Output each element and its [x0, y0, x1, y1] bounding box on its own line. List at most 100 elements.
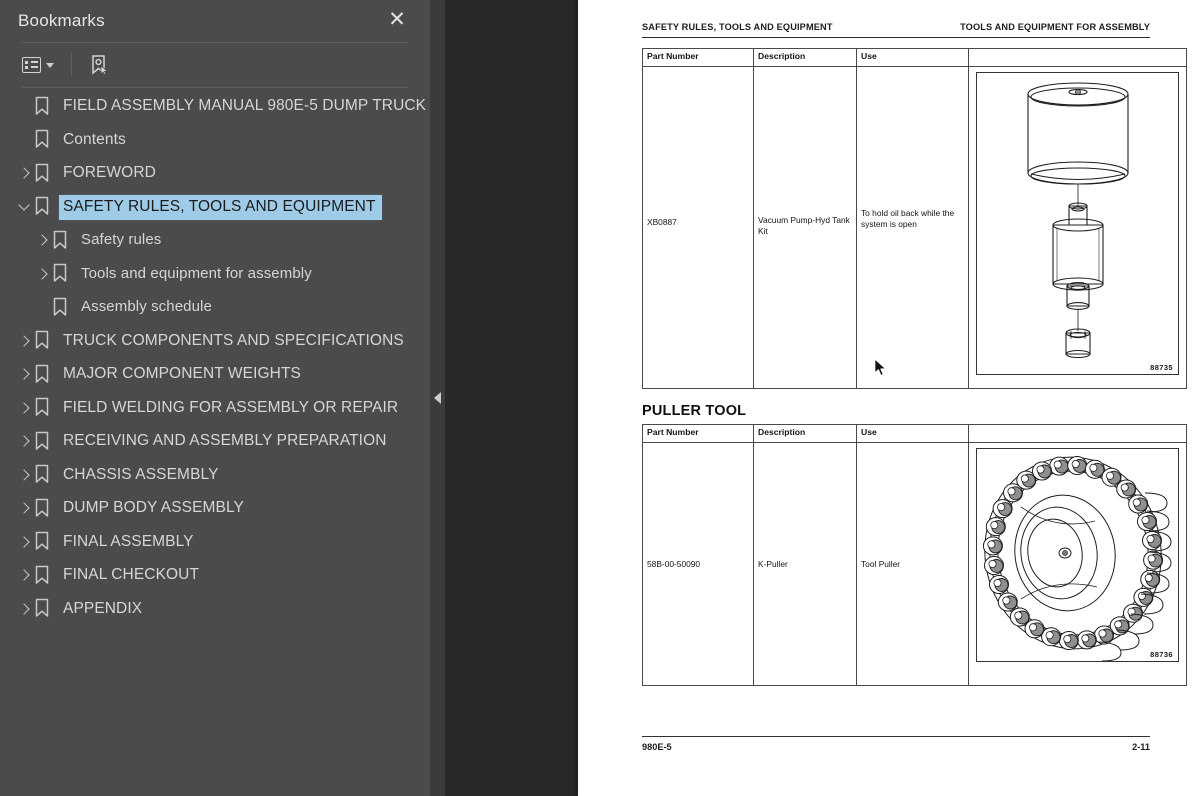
col-part-number: Part Number: [642, 424, 754, 444]
bookmark-item[interactable]: DUMP BODY ASSEMBLY: [0, 492, 430, 526]
tools-table-2: Part Number Description Use 58B-00-50090…: [642, 424, 1187, 687]
chevron-right-icon[interactable]: [14, 365, 34, 385]
cell-part-number: XB0887: [642, 66, 754, 390]
bookmark-item[interactable]: FOREWORD: [0, 157, 430, 191]
bookmark-tree[interactable]: FIELD ASSEMBLY MANUAL 980E-5 DUMP TRUCK C…: [0, 90, 430, 796]
chevron-right-icon[interactable]: [14, 499, 34, 519]
cell-part-number: 58B-00-50090: [642, 442, 754, 687]
bookmark-item[interactable]: CHASSIS ASSEMBLY: [0, 459, 430, 493]
bookmark-label-wrapper: FOREWORD: [59, 161, 160, 186]
use-value: Tool Puller: [861, 559, 901, 570]
bookmark-label-wrapper: Safety rules: [77, 228, 165, 253]
bookmark-icon: [34, 96, 56, 118]
bookmark-icon: [34, 129, 56, 151]
bookmark-label-wrapper: DUMP BODY ASSEMBLY: [59, 496, 248, 521]
bookmark-item[interactable]: Assembly schedule: [0, 291, 430, 325]
page-footer: 980E-5 2-11: [642, 736, 1150, 752]
bookmarks-toolbar: [0, 43, 430, 87]
cell-use: To hold oil back while the system is ope…: [856, 66, 969, 390]
chevron-right-icon[interactable]: [14, 398, 34, 418]
close-icon[interactable]: ✕: [386, 9, 408, 31]
tools-table-1: Part Number Description Use XB0887 Vacuu…: [642, 48, 1187, 390]
table-row: XB0887 Vacuum Pump-Hyd Tank Kit To hold …: [642, 66, 1187, 390]
chevron-right-icon[interactable]: [14, 465, 34, 485]
chevron-right-icon[interactable]: [32, 231, 52, 251]
col-description: Description: [753, 424, 857, 444]
bookmark-icon: [52, 263, 74, 285]
bookmark-item[interactable]: Safety rules: [0, 224, 430, 258]
chevron-right-icon[interactable]: [14, 532, 34, 552]
bookmark-item-label: FIELD WELDING FOR ASSEMBLY OR REPAIR: [63, 398, 399, 416]
table-header-row: Part Number Description Use: [642, 424, 1187, 444]
bookmarks-panel-title: Bookmarks: [18, 11, 105, 30]
footer-left-text: 980E-5: [642, 742, 672, 753]
bookmark-icon: [34, 464, 56, 486]
triangle-left-icon: [434, 392, 441, 404]
vacuum-pump-hydraulic-tank-kit-drawing: [1027, 82, 1129, 359]
bookmark-item-label: Safety rules: [81, 231, 162, 249]
bookmark-options-button[interactable]: [20, 54, 56, 76]
divider: [22, 87, 408, 88]
bookmark-label-wrapper: SAFETY RULES, TOOLS AND EQUIPMENT: [58, 193, 383, 221]
part-number-value: XB0887: [647, 217, 677, 228]
bookmark-item[interactable]: Tools and equipment for assembly: [0, 258, 430, 292]
cell-description: K-Puller: [753, 442, 857, 687]
bookmark-item-label: FINAL CHECKOUT: [63, 566, 200, 584]
collapse-panel-button[interactable]: [430, 385, 445, 411]
chevron-right-icon[interactable]: [14, 432, 34, 452]
k-puller-tool-drawing: [982, 456, 1172, 662]
bookmark-item-label: DUMP BODY ASSEMBLY: [63, 499, 244, 517]
bookmark-item[interactable]: Contents: [0, 124, 430, 158]
bookmark-item-label: TRUCK COMPONENTS AND SPECIFICATIONS: [63, 331, 404, 349]
bookmark-icon: [34, 163, 56, 185]
bookmark-label-wrapper: TRUCK COMPONENTS AND SPECIFICATIONS: [59, 329, 408, 354]
bookmark-icon: [34, 330, 56, 352]
bookmark-icon: [52, 297, 74, 319]
bookmark-item[interactable]: SAFETY RULES, TOOLS AND EQUIPMENT: [0, 191, 430, 225]
bookmark-item[interactable]: APPENDIX: [0, 593, 430, 627]
cell-figure: 88735: [968, 66, 1187, 390]
pdf-viewer-window: Bookmarks ✕ FIELD ASSEMBLY MANUAL 980E-5…: [0, 0, 1200, 796]
bookmark-label-wrapper: FINAL CHECKOUT: [59, 563, 203, 588]
bookmark-icon: [34, 531, 56, 553]
bookmark-label-wrapper: FIELD ASSEMBLY MANUAL 980E-5 DUMP TRUCK: [59, 94, 430, 119]
chevron-right-icon[interactable]: [32, 264, 52, 284]
bookmark-item[interactable]: FIELD WELDING FOR ASSEMBLY OR REPAIR: [0, 392, 430, 426]
bookmark-label-wrapper: FIELD WELDING FOR ASSEMBLY OR REPAIR: [59, 396, 402, 421]
bookmark-label-wrapper: Assembly schedule: [77, 295, 216, 320]
col-use: Use: [856, 48, 969, 68]
chevron-right-icon[interactable]: [14, 599, 34, 619]
bookmark-icon: [34, 598, 56, 620]
bookmark-item-label: APPENDIX: [63, 599, 143, 617]
chevron-right-icon[interactable]: [14, 566, 34, 586]
section-title: PULLER TOOL: [642, 403, 747, 420]
bookmark-item[interactable]: FINAL CHECKOUT: [0, 559, 430, 593]
bookmark-item-label: CHASSIS ASSEMBLY: [63, 465, 219, 483]
toolbar-separator: [71, 54, 72, 76]
chevron-down-icon: [46, 62, 54, 68]
select-bookmark-button[interactable]: [87, 51, 111, 79]
bookmark-item[interactable]: MAJOR COMPONENT WEIGHTS: [0, 358, 430, 392]
bookmark-item[interactable]: TRUCK COMPONENTS AND SPECIFICATIONS: [0, 325, 430, 359]
bookmark-icon: [52, 230, 74, 252]
col-description: Description: [753, 48, 857, 68]
bookmark-item-label: Tools and equipment for assembly: [81, 264, 312, 282]
chevron-right-icon[interactable]: [14, 164, 34, 184]
cell-description: Vacuum Pump-Hyd Tank Kit: [753, 66, 857, 390]
header-left-text: SAFETY RULES, TOOLS AND EQUIPMENT: [642, 22, 833, 32]
bookmark-item[interactable]: FINAL ASSEMBLY: [0, 526, 430, 560]
list-options-icon: [22, 57, 41, 73]
bookmark-item-label: FIELD ASSEMBLY MANUAL 980E-5 DUMP TRUCK: [63, 97, 427, 115]
bookmark-item[interactable]: FIELD ASSEMBLY MANUAL 980E-5 DUMP TRUCK: [0, 90, 430, 124]
bookmark-item-label: FINAL ASSEMBLY: [63, 532, 194, 550]
bookmark-item[interactable]: RECEIVING AND ASSEMBLY PREPARATION: [0, 425, 430, 459]
bookmarks-panel-header: Bookmarks ✕: [0, 0, 430, 42]
figure-number: 88736: [1150, 649, 1173, 659]
cell-use: Tool Puller: [856, 442, 969, 687]
chevron-right-icon[interactable]: [14, 331, 34, 351]
chevron-down-icon[interactable]: [14, 197, 34, 217]
page-content: SAFETY RULES, TOOLS AND EQUIPMENT TOOLS …: [642, 22, 1187, 687]
